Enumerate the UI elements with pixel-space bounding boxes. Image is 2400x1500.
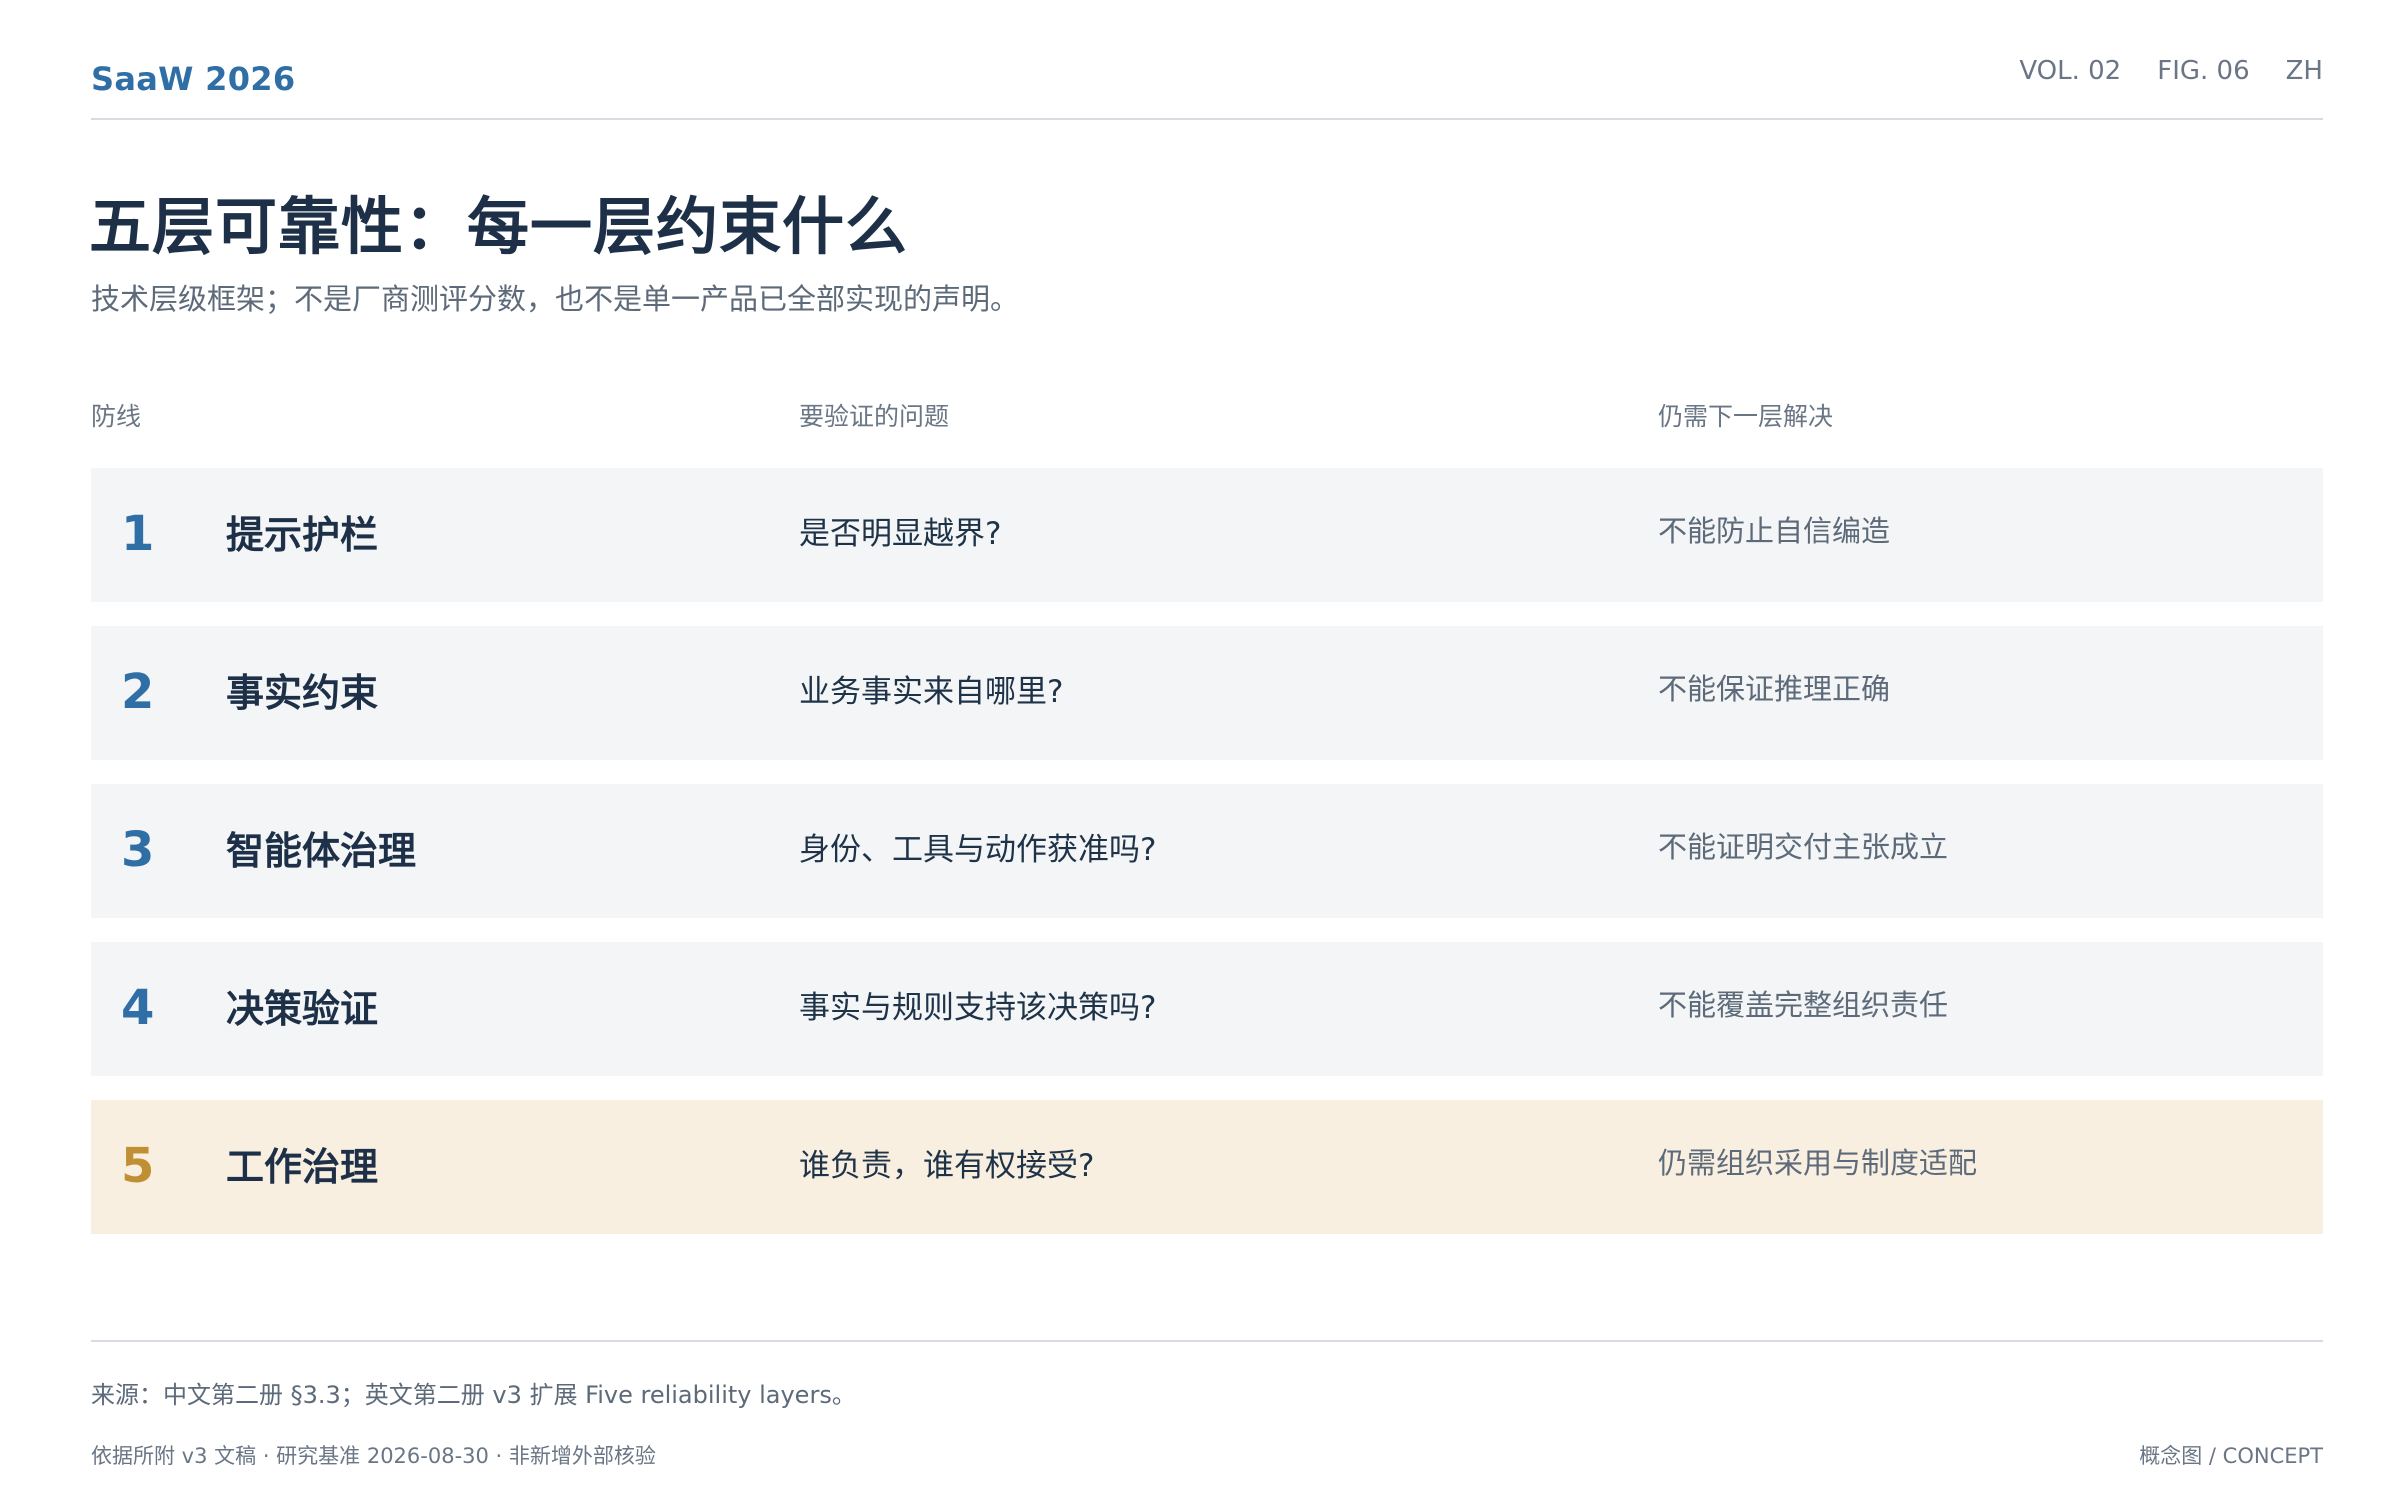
table-row: 2 事实约束 业务事实来自哪里? 不能保证推理正确 (91, 626, 2323, 760)
layer-question: 身份、工具与动作获准吗? (799, 832, 1157, 868)
layer-question: 是否明显越界? (799, 516, 1002, 552)
layer-remaining: 不能证明交付主张成立 (1658, 830, 1949, 864)
layer-name: 智能体治理 (226, 829, 417, 873)
layer-number: 5 (121, 1138, 155, 1194)
header-divider (91, 118, 2323, 120)
language-label: ZH (2285, 56, 2323, 86)
layer-remaining: 不能覆盖完整组织责任 (1658, 988, 1949, 1022)
brand-logo-text: SaaW 2026 (91, 60, 296, 98)
concept-label: 概念图 / CONCEPT (2139, 1444, 2323, 1468)
page-header: SaaW 2026 VOL. 02 FIG. 06 ZH (91, 56, 2323, 100)
layers-table: 1 提示护栏 是否明显越界? 不能防止自信编造 2 事实约束 业务事实来自哪里?… (91, 468, 2323, 1258)
column-header-question: 要验证的问题 (799, 402, 950, 431)
footer-note: 依据所附 v3 文稿 · 研究基准 2026-08-30 · 非新增外部核验 (91, 1444, 656, 1468)
layer-remaining: 仍需组织采用与制度适配 (1658, 1146, 1978, 1180)
header-meta: VOL. 02 FIG. 06 ZH (2019, 56, 2323, 86)
page-subtitle: 技术层级框架；不是厂商测评分数，也不是单一产品已全部实现的声明。 (91, 282, 1020, 316)
column-header-remaining: 仍需下一层解决 (1658, 402, 1834, 431)
source-note: 来源：中文第二册 §3.3；英文第二册 v3 扩展 Five reliabili… (91, 1381, 856, 1409)
layer-name: 工作治理 (226, 1145, 379, 1189)
table-row: 1 提示护栏 是否明显越界? 不能防止自信编造 (91, 468, 2323, 602)
table-row: 3 智能体治理 身份、工具与动作获准吗? 不能证明交付主张成立 (91, 784, 2323, 918)
layer-question: 业务事实来自哪里? (799, 674, 1064, 710)
column-header-layer: 防线 (91, 402, 142, 431)
layer-number: 3 (121, 822, 155, 878)
table-row: 4 决策验证 事实与规则支持该决策吗? 不能覆盖完整组织责任 (91, 942, 2323, 1076)
layer-question: 事实与规则支持该决策吗? (799, 990, 1157, 1026)
layer-name: 决策验证 (226, 987, 379, 1031)
figure-label: FIG. 06 (2157, 56, 2250, 86)
layer-remaining: 不能保证推理正确 (1658, 672, 1891, 706)
table-row-highlighted: 5 工作治理 谁负责，谁有权接受? 仍需组织采用与制度适配 (91, 1100, 2323, 1234)
volume-label: VOL. 02 (2019, 56, 2122, 86)
layer-number: 4 (121, 980, 155, 1036)
layer-name: 事实约束 (226, 671, 379, 715)
layer-number: 1 (121, 506, 155, 562)
footer-divider (91, 1340, 2323, 1342)
layer-question: 谁负责，谁有权接受? (799, 1148, 1095, 1184)
layer-number: 2 (121, 664, 155, 720)
layer-remaining: 不能防止自信编造 (1658, 514, 1891, 548)
page-title: 五层可靠性：每一层约束什么 (89, 190, 909, 263)
layer-name: 提示护栏 (226, 513, 379, 557)
